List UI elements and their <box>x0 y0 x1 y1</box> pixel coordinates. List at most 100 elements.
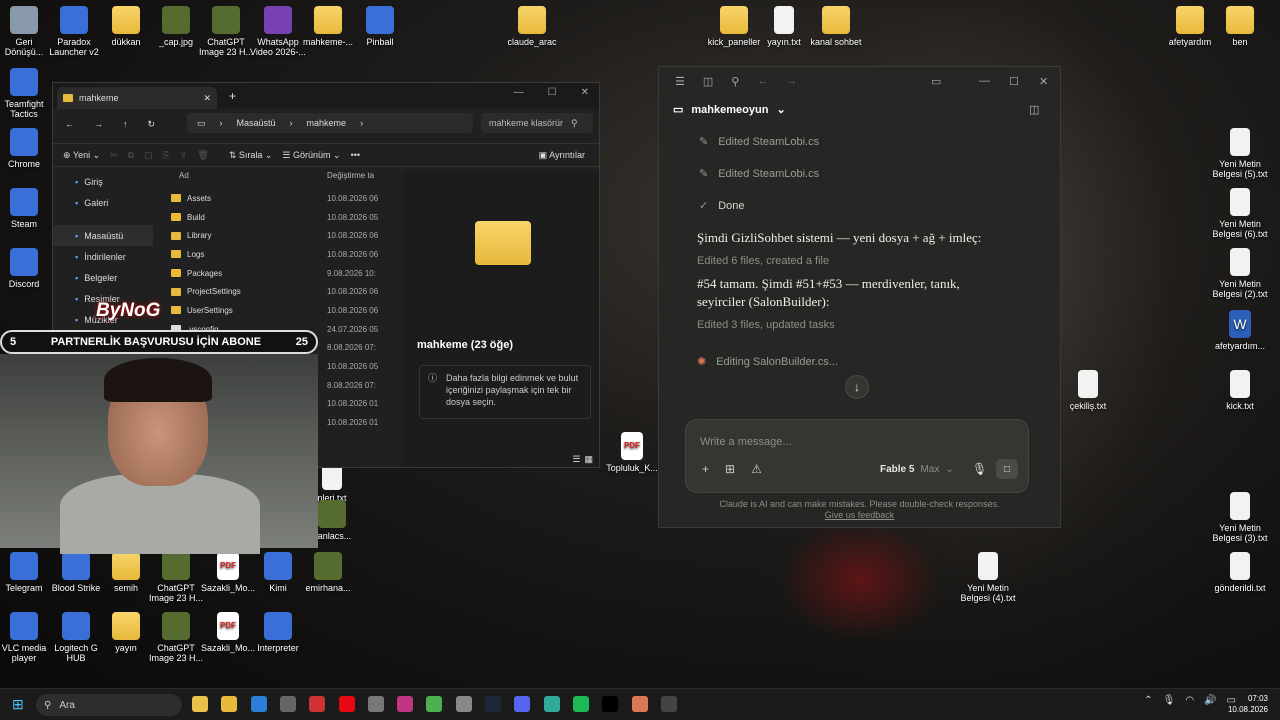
scroll-down-button[interactable]: ↓ <box>845 375 869 399</box>
new-tab-button[interactable]: + <box>229 89 236 103</box>
desktop-icon[interactable]: yayın.txt <box>756 6 812 47</box>
file-row[interactable]: Packages 9.08.2026 10: <box>157 264 397 283</box>
sidebar-item[interactable]: ▪ Galeri <box>53 192 153 213</box>
capcut-icon[interactable] <box>309 696 326 712</box>
tool-step[interactable]: ✓ Done <box>699 199 745 213</box>
desktop-icon[interactable]: kick_paneller <box>706 6 762 47</box>
desktop-icon[interactable]: çekiliş.txt <box>1060 370 1116 411</box>
maximize-icon[interactable]: ☐ <box>1009 75 1019 88</box>
desktop-icon[interactable]: Yeni Metin Belgesi (3).txt <box>1212 492 1268 543</box>
close-tab-icon[interactable]: ✕ <box>203 93 211 104</box>
file-row[interactable]: Library 10.08.2026 06 <box>157 226 397 245</box>
desktop-icon[interactable]: semih <box>98 552 154 593</box>
edit-summary-2[interactable]: Edited 3 files, updated tasks <box>697 319 835 331</box>
spotify-icon[interactable] <box>572 696 589 712</box>
claude-icon[interactable] <box>631 696 648 712</box>
search-box[interactable]: mahkeme klasörür ⚲ <box>481 113 593 133</box>
explorer-icon[interactable] <box>221 696 238 712</box>
warning-icon[interactable]: ⚠ <box>751 462 762 476</box>
folder-icon[interactable]: ⊞ <box>725 462 735 476</box>
chevron-up-icon[interactable]: ⌃ <box>1144 695 1152 706</box>
sidebar-item[interactable]: ▪ Belgeler <box>53 267 153 288</box>
search-icon[interactable]: ⚲ <box>731 75 739 88</box>
desktop-icon[interactable]: Pinball <box>352 6 408 47</box>
desktop-icon[interactable]: Chrome <box>0 128 52 169</box>
explorer-tab[interactable]: mahkeme ✕ <box>57 87 217 109</box>
taskbar-search[interactable]: ⚲ Ara <box>36 694 182 716</box>
desktop-icon[interactable]: Discord <box>0 248 52 289</box>
volume-icon[interactable]: 🔊 <box>1204 695 1216 706</box>
desktop-icon[interactable]: Steam <box>0 188 52 229</box>
file-row[interactable]: Assets 10.08.2026 06 <box>157 189 397 208</box>
message-input[interactable]: Write a message... <box>700 436 792 448</box>
discord-icon[interactable] <box>514 696 531 712</box>
back-icon[interactable]: ← <box>65 119 74 129</box>
microphone-icon[interactable]: 🎙 <box>972 462 987 476</box>
side-panel-icon[interactable]: ◫ <box>1029 103 1039 116</box>
desktop-icon[interactable]: Teamfight Tactics <box>0 68 52 119</box>
forward-icon[interactable]: → <box>786 75 797 87</box>
desktop-icon[interactable]: Wafetyardım... <box>1212 310 1268 351</box>
view-button[interactable]: ☰ Görünüm ⌄ <box>282 150 340 161</box>
feedback-link[interactable]: Give us feedback <box>659 510 1060 521</box>
sidebar-item[interactable]: ▪ İndirilenler <box>53 246 153 267</box>
desktop-icon[interactable]: Yeni Metin Belgesi (2).txt <box>1212 248 1268 299</box>
desktop-icon[interactable]: afetyardım <box>1162 6 1218 47</box>
col-date[interactable]: Değiştirme ta <box>327 171 374 189</box>
maximize-icon[interactable]: ☐ <box>548 87 557 98</box>
tiles-view-icon[interactable]: ▦ <box>584 454 593 465</box>
stop-button[interactable]: □ <box>996 459 1018 479</box>
desktop-icon[interactable]: Paradox Launcher v2 <box>46 6 102 57</box>
instagram-icon[interactable] <box>397 696 414 712</box>
details-button[interactable]: ▣ Ayrıntılar <box>539 150 585 161</box>
x-icon[interactable] <box>602 696 619 712</box>
speedtest-icon[interactable] <box>279 696 296 712</box>
github-icon[interactable] <box>660 696 677 712</box>
desktop-icon[interactable]: WhatsApp Video 2026-... <box>250 6 306 57</box>
desktop-icon[interactable]: VLC media player <box>0 612 52 663</box>
refresh-icon[interactable]: ↻ <box>148 119 156 130</box>
desktop-icon[interactable]: Yeni Metin Belgesi (5).txt <box>1212 128 1268 179</box>
new-button[interactable]: ⊕ Yeni ⌄ <box>63 150 100 161</box>
desktop-icon[interactable]: yayın <box>98 612 154 653</box>
file-row[interactable]: Build 10.08.2026 05 <box>157 208 397 227</box>
breadcrumb-desktop[interactable]: Masaüstü <box>237 118 276 128</box>
cut-icon[interactable]: ✂ <box>110 150 118 161</box>
back-icon[interactable]: ← <box>757 75 768 87</box>
minimize-icon[interactable]: — <box>979 75 990 87</box>
sidebar-item[interactable]: ▪ Giriş <box>53 171 153 192</box>
start-icon[interactable]: ⊞ <box>12 696 24 713</box>
minimize-icon[interactable]: — <box>514 87 524 98</box>
close-icon[interactable]: ✕ <box>1039 75 1048 88</box>
edge-icon[interactable] <box>250 696 267 712</box>
forward-icon[interactable]: → <box>94 119 103 129</box>
desktop-icon[interactable]: gönderildi.txt <box>1212 552 1268 593</box>
delete-icon[interactable]: 🗑 <box>197 150 208 161</box>
desktop-icon[interactable]: kick.txt <box>1212 370 1268 411</box>
desktop-icon[interactable]: ben <box>1212 6 1268 47</box>
desktop-icon[interactable]: Yeni Metin Belgesi (4).txt <box>960 552 1016 603</box>
share-icon[interactable]: ⇪ <box>180 150 188 161</box>
file-row[interactable]: Logs 10.08.2026 06 <box>157 245 397 264</box>
desktop-icon[interactable]: ChatGPT Image 23 H... <box>148 552 204 603</box>
notepad-icon[interactable] <box>543 696 560 712</box>
desktop-icon[interactable]: Yeni Metin Belgesi (6).txt <box>1212 188 1268 239</box>
steam-icon[interactable] <box>485 696 501 712</box>
desktop-icon[interactable]: Kimi <box>250 552 306 593</box>
desktop-icon[interactable]: ChatGPT Image 23 H... <box>148 612 204 663</box>
more-icon[interactable]: ••• <box>351 150 360 160</box>
chrome-icon[interactable] <box>426 696 443 712</box>
col-name[interactable]: Ad <box>157 171 327 189</box>
address-bar[interactable]: ▭ › Masaüstü › mahkeme › <box>187 113 473 133</box>
sidebar-icon[interactable]: ◫ <box>703 75 713 88</box>
tool-step[interactable]: ✎ Edited SteamLobi.cs <box>699 167 819 181</box>
menu-icon[interactable]: ☰ <box>675 75 685 88</box>
sort-button[interactable]: ⇅ Sırala ⌄ <box>229 150 273 161</box>
desktop-icon[interactable]: Interpreter <box>250 612 306 653</box>
paste-icon[interactable]: ▢ <box>144 150 153 161</box>
file-row[interactable]: UserSettings 10.08.2026 06 <box>157 301 397 320</box>
tool-step[interactable]: ✎ Edited SteamLobi.cs <box>699 135 819 149</box>
wifi-icon[interactable]: ◠ <box>1185 695 1194 706</box>
desktop-icon[interactable]: _cap.jpg <box>148 6 204 47</box>
desktop-icon[interactable]: Telegram <box>0 552 52 593</box>
